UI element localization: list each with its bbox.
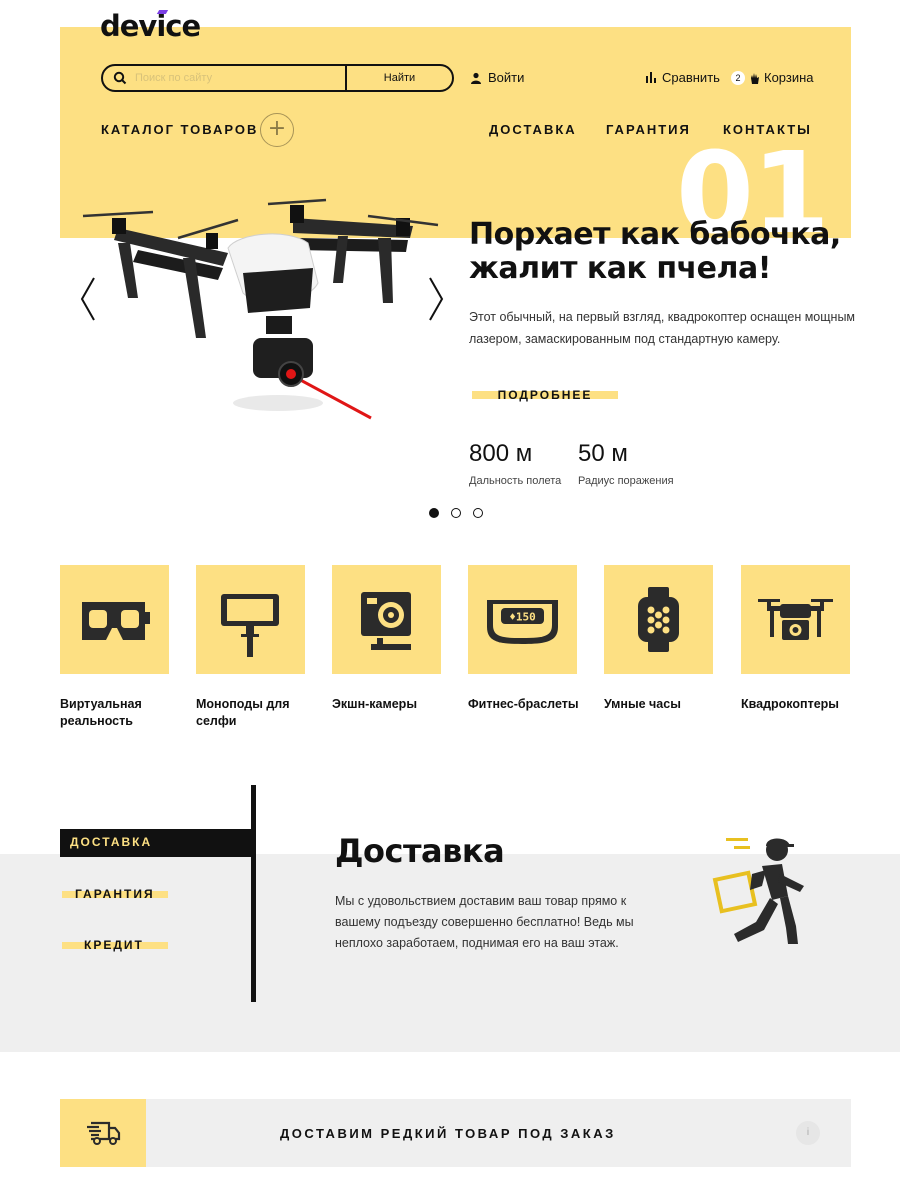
vr-headset-icon [82, 602, 150, 640]
login-label: Войти [488, 70, 525, 85]
cart-link[interactable]: 2 Корзина [731, 70, 814, 85]
slider-next-button[interactable] [426, 276, 446, 322]
category-tile-vr[interactable] [60, 565, 169, 674]
category-tile-action-camera[interactable] [332, 565, 441, 674]
logo-text: device [100, 9, 201, 43]
more-button[interactable]: ПОДРОБНЕЕ [472, 387, 618, 403]
drone-image [78, 188, 448, 438]
slider-prev-button[interactable] [78, 276, 98, 322]
service-tab-warranty[interactable]: ГАРАНТИЯ [62, 886, 168, 902]
search-form: Найти [101, 64, 454, 92]
more-button-label: ПОДРОБНЕЕ [497, 388, 593, 402]
chevron-left-icon [80, 277, 95, 321]
services-divider [251, 785, 256, 1002]
category-tile-selfie[interactable] [196, 565, 305, 674]
category-tile-smartwatch[interactable] [604, 565, 713, 674]
compare-label: Сравнить [662, 70, 720, 85]
service-tab-credit[interactable]: КРЕДИТ [62, 937, 168, 953]
cart-icon [751, 72, 759, 84]
courier-icon [712, 834, 812, 954]
category-label-vr[interactable]: Виртуальная реальность [60, 696, 180, 730]
chevron-right-icon [429, 277, 444, 321]
category-label-fitness[interactable]: Фитнес-браслеты [468, 696, 588, 713]
stat-value-range: 800 м [469, 440, 533, 467]
svg-text:♦150: ♦150 [509, 611, 536, 624]
cart-count-badge: 2 [731, 70, 745, 85]
catalog-plus-icon[interactable]: + [260, 113, 294, 147]
rare-order-icon-box [60, 1099, 146, 1167]
service-description: Мы с удовольствием доставим ваш товар пр… [335, 894, 634, 950]
action-camera-icon [361, 592, 411, 650]
user-icon [471, 72, 481, 84]
slider-dot-1[interactable] [429, 508, 439, 518]
slider-dot-2[interactable] [451, 508, 461, 518]
category-tile-fitness[interactable]: ♦150 [468, 565, 577, 674]
logo[interactable]: device [100, 8, 201, 44]
service-tab-credit-label: КРЕДИТ [84, 938, 144, 952]
login-link[interactable]: Войти [470, 70, 524, 85]
service-tab-delivery-label: ДОСТАВКА [70, 835, 153, 849]
slide-description: Этот обычный, на первый взгляд, квадроко… [469, 310, 856, 346]
stat-label-radius: Радиус поражения [578, 475, 674, 487]
fitness-band-icon: ♦150 [487, 600, 558, 644]
slide-title: Порхает как бабочка, жалит как пчела! [469, 217, 841, 286]
catalog-link[interactable]: КАТАЛОГ ТОВАРОВ [101, 122, 258, 137]
selfie-stick-icon [221, 594, 279, 657]
nav-delivery[interactable]: ДОСТАВКА [489, 122, 577, 137]
search-input[interactable] [133, 66, 345, 90]
category-label-selfie[interactable]: Моноподы для селфи [196, 696, 316, 730]
compare-link[interactable]: Сравнить [646, 70, 720, 85]
stat-value-radius: 50 м [578, 440, 628, 467]
delivery-truck-icon [87, 1121, 121, 1145]
service-title: Доставка [335, 832, 505, 870]
compare-icon [646, 72, 656, 83]
category-label-quadcopter[interactable]: Квадрокоптеры [741, 696, 861, 713]
search-icon [113, 71, 127, 85]
category-label-smartwatch[interactable]: Умные часы [604, 696, 724, 713]
service-tab-warranty-label: ГАРАНТИЯ [75, 887, 155, 901]
stat-label-range: Дальность полета [469, 475, 562, 487]
quadcopter-icon [758, 599, 833, 640]
rare-order-info-icon[interactable]: i [796, 1121, 820, 1145]
category-tile-quadcopter[interactable] [741, 565, 850, 674]
slider-dot-3[interactable] [473, 508, 483, 518]
service-tab-delivery[interactable]: ДОСТАВКА [60, 829, 252, 857]
smartwatch-icon [638, 587, 679, 652]
nav-contacts[interactable]: КОНТАКТЫ [723, 122, 812, 137]
category-label-action-camera[interactable]: Экшн-камеры [332, 696, 452, 713]
search-button[interactable]: Найти [345, 66, 452, 90]
nav-warranty[interactable]: ГАРАНТИЯ [606, 122, 691, 137]
rare-order-text: ДОСТАВИМ РЕДКИЙ ТОВАР ПОД ЗАКАЗ [280, 1126, 616, 1141]
cart-label: Корзина [764, 70, 814, 85]
